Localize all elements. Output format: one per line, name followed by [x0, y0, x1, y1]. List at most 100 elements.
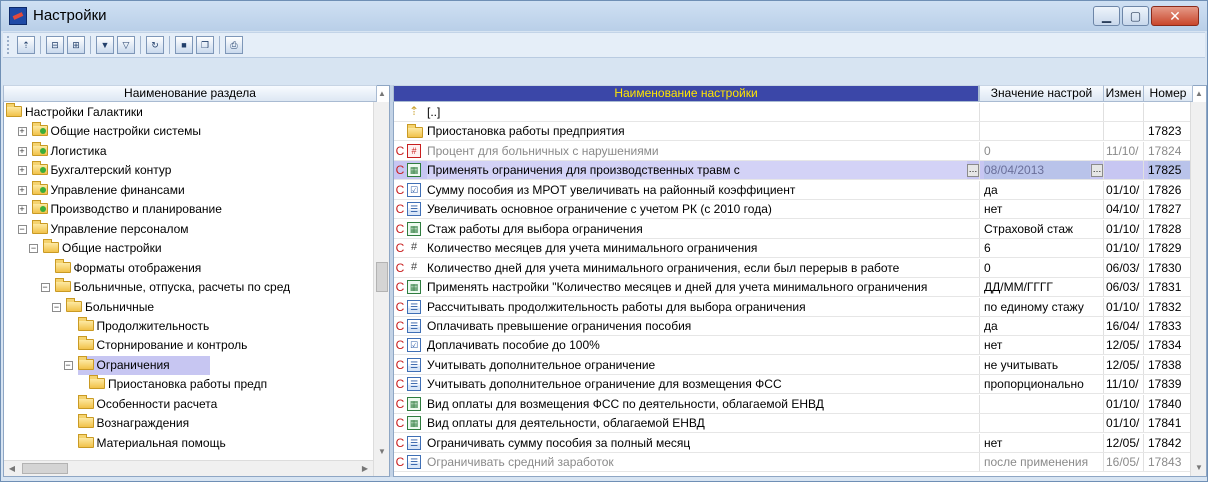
filter-icon[interactable]: ▼ [96, 36, 114, 54]
value-ellipsis-button[interactable]: … [1091, 164, 1103, 178]
tree-vertical-scrollbar[interactable]: ▲ ▼ [373, 89, 390, 476]
settings-table[interactable]: Наименование настройки Значение настрой … [393, 85, 1207, 477]
tree-item-label: Бухгалтерский контур [50, 163, 172, 178]
table-row[interactable]: C ☰ Увеличивать основное ограничение с уче… [394, 200, 1191, 220]
title-bar[interactable]: Настройки ▁ ▢ ✕ [1, 1, 1207, 31]
expand-tree-icon[interactable]: ⊞ [67, 36, 85, 54]
table-row[interactable]: C ☑ Сумму пособия из МРОТ увеличивать на р… [394, 180, 1191, 200]
doc-setting-icon: ☰ [407, 435, 421, 450]
tree-up-icon[interactable]: ⇡ [17, 36, 35, 54]
tree-item[interactable]: + Бухгалтерский контур [4, 161, 373, 180]
tree-item[interactable]: Сторнирование и контроль [4, 336, 373, 355]
table-row[interactable]: C ▦ Применять настройки "Количество месяце… [394, 278, 1191, 298]
collapse-node-icon[interactable]: − [29, 244, 38, 254]
expand-node-icon[interactable]: + [17, 146, 27, 156]
print-icon[interactable]: ⎙ [225, 36, 243, 54]
maximize-button[interactable]: ▢ [1122, 6, 1149, 26]
tree-item[interactable]: − Больничные, отпуска, расчеты по сред [4, 278, 373, 297]
row-marker: C [395, 416, 405, 431]
tree-item[interactable]: − Управление персоналом [4, 219, 373, 239]
column-header-value[interactable]: Значение настрой [979, 85, 1104, 102]
folder-icon [407, 124, 423, 139]
table-row[interactable]: C ▦ Вид оплаты для деятельности, облагаемо… [394, 414, 1191, 434]
table-row[interactable]: C # Количество месяцев для учета минимальн… [394, 239, 1191, 259]
calc-setting-icon: ▦ [407, 221, 421, 236]
minimize-button[interactable]: ▁ [1093, 6, 1120, 26]
tree-item[interactable]: Форматы отображения [4, 258, 373, 278]
table-row[interactable]: C ☰ Ограничивать средний заработок после пр… [394, 453, 1191, 473]
table-row[interactable]: C ☰ Ограничивать сумму пособия за полный м… [394, 433, 1191, 453]
table-row[interactable]: C ☰ Рассчитывать продолжительность работы … [394, 297, 1191, 317]
tree-item-label: Логистика [50, 143, 107, 158]
folder-icon [77, 316, 94, 331]
folder-icon [54, 258, 71, 273]
scroll-down-arrow-icon[interactable]: ▼ [374, 444, 390, 460]
tree-horizontal-scrollbar[interactable]: ◀ ▶ [4, 460, 373, 476]
collapse-node-icon[interactable]: − [52, 302, 61, 312]
table-row[interactable]: C ▦ Применять ограничения для производстве… [394, 161, 1191, 181]
section-tree[interactable]: Наименование раздела Настройки Галактики… [3, 85, 390, 477]
collapse-node-icon[interactable]: − [40, 283, 50, 293]
tree-item[interactable]: + Производство и планирование [4, 200, 373, 219]
column-divider [979, 433, 980, 452]
table-row[interactable]: C ▦ Вид оплаты для возмещения ФСС по деяте… [394, 394, 1191, 414]
mark-setting-icon: # [407, 143, 421, 158]
table-scroll-down-arrow-icon[interactable]: ▼ [1191, 460, 1207, 476]
expand-node-icon[interactable]: + [17, 205, 27, 215]
table-row[interactable]: C ▦ Стаж работы для выбора ограничения Стра… [394, 219, 1191, 239]
tree-item[interactable]: − Больничные [4, 297, 373, 317]
section-header[interactable]: Наименование раздела [3, 85, 377, 102]
collapse-node-icon[interactable]: − [17, 224, 27, 234]
filter-clear-icon[interactable]: ▽ [117, 36, 135, 54]
column-divider [1143, 219, 1144, 238]
copy-icon[interactable]: ❐ [196, 36, 214, 54]
tree-item[interactable]: Продолжительность [4, 316, 373, 336]
table-row[interactable]: C ☰ Оплачивать превышение ограничения посо… [394, 316, 1191, 336]
close-button[interactable]: ✕ [1151, 6, 1199, 26]
tree-item[interactable]: + Логистика [4, 141, 373, 161]
table-row[interactable]: C ☑ Доплачивать пособие до 100% нет 12/05/17… [394, 336, 1191, 356]
tree-item[interactable]: Особенности расчета [4, 394, 373, 414]
scroll-left-arrow-icon[interactable]: ◀ [4, 461, 20, 477]
table-row[interactable]: Приостановка работы предприятия 17823 [394, 122, 1191, 142]
row-marker: C [395, 455, 405, 470]
tree-item[interactable]: Вознаграждения [4, 414, 373, 433]
setting-name-cell: Применять настройки "Количество месяцев … [427, 280, 928, 295]
tree-hscroll-thumb[interactable] [22, 463, 68, 474]
row-marker: C [395, 338, 405, 353]
refresh-icon[interactable]: ↻ [146, 36, 164, 54]
setting-value-cell: нет [984, 435, 1003, 450]
expand-node-icon[interactable]: + [17, 127, 27, 137]
expand-node-icon[interactable]: + [17, 185, 27, 195]
tree-item[interactable]: + Управление финансами [4, 180, 373, 200]
table-scroll-up-arrow-icon[interactable]: ▲ [1191, 86, 1207, 102]
column-divider [979, 161, 980, 180]
setting-value-cell: пропорционально [984, 377, 1084, 392]
tree-item[interactable]: Материальная помощь [4, 433, 373, 453]
scroll-up-arrow-icon[interactable]: ▲ [374, 86, 390, 102]
tree-item[interactable]: Приостановка работы предп [4, 375, 373, 394]
column-header-changed[interactable]: Измен [1103, 85, 1144, 102]
tree-scroll-thumb[interactable] [376, 262, 388, 292]
tree-item[interactable]: + Общие настройки системы [4, 122, 373, 141]
collapse-tree-icon[interactable]: ⊟ [46, 36, 64, 54]
table-row[interactable]: C # Количество дней для учета минимального… [394, 258, 1191, 278]
scroll-right-arrow-icon[interactable]: ▶ [357, 461, 373, 477]
tree-item[interactable]: − Общие настройки [4, 239, 373, 258]
column-header-number[interactable]: Номер [1143, 85, 1193, 102]
table-row[interactable]: ⇡ [..] [394, 103, 1191, 122]
collapse-node-icon[interactable]: − [63, 360, 73, 370]
toolbar-grip[interactable] [7, 36, 11, 54]
table-row[interactable]: C ☰ Учитывать дополнительное ограничение не… [394, 355, 1191, 375]
table-row[interactable]: C # Процент для больничных с нарушениями 0 1… [394, 141, 1191, 161]
tree-item[interactable]: Настройки Галактики [4, 103, 373, 122]
tree-item[interactable]: − Ограничения [4, 355, 373, 375]
save-icon[interactable]: ■ [175, 36, 193, 54]
table-vertical-scrollbar[interactable]: ▲ ▼ [1190, 89, 1207, 476]
setting-name-cell: Ограничивать средний заработок [427, 455, 614, 470]
expand-node-icon[interactable]: + [17, 166, 27, 176]
table-row[interactable]: C ☰ Учитывать дополнительное ограничение д… [394, 375, 1191, 395]
column-header-name[interactable]: Наименование настройки [393, 85, 979, 102]
tree-item-label: Управление финансами [50, 182, 185, 197]
name-ellipsis-button[interactable]: … [967, 164, 979, 178]
